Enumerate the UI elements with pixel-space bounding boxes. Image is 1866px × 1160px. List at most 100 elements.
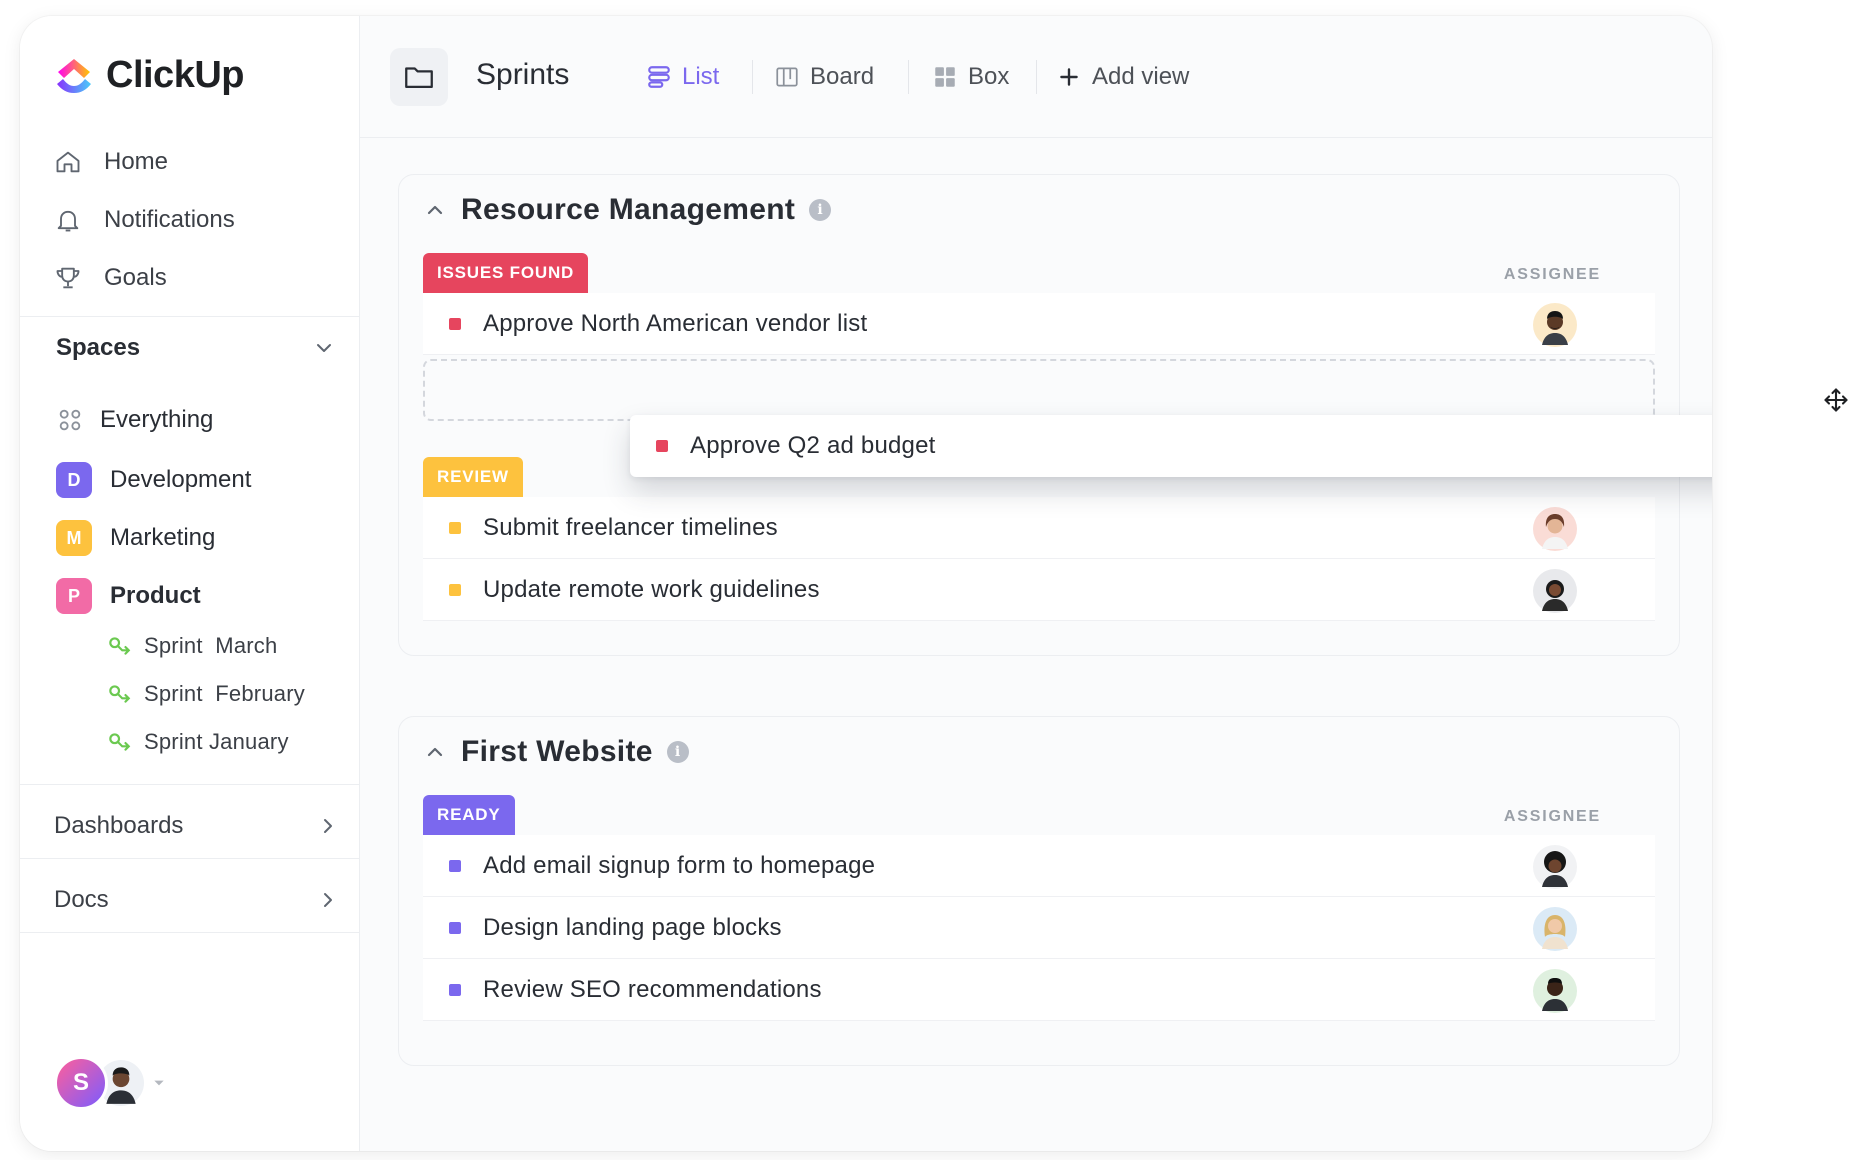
task-name: Update remote work guidelines [483, 575, 820, 603]
group-first-website: First Website i READY ASSIGNEE Add email… [398, 716, 1680, 1066]
task-name: Add email signup form to homepage [483, 851, 876, 879]
task-row[interactable]: Add email signup form to homepage [423, 835, 1655, 897]
move-cursor-icon [1824, 388, 1848, 412]
nav-label: Notifications [104, 206, 235, 233]
group-header[interactable]: Resource Management i [423, 193, 832, 227]
task-row[interactable]: Approve North American vendor list [423, 293, 1655, 355]
chevron-down-icon[interactable] [312, 336, 336, 360]
space-marketing[interactable]: M Marketing [56, 518, 215, 558]
space-label: Everything [100, 406, 214, 433]
sprint-icon [109, 733, 131, 751]
nav-label: Home [104, 148, 169, 175]
group-title: Resource Management [461, 193, 796, 226]
assignee-avatar[interactable] [1533, 303, 1577, 347]
board-icon [776, 67, 798, 87]
assignee-avatar[interactable] [1533, 569, 1577, 613]
chevron-up-icon[interactable] [423, 740, 447, 764]
group-title: First Website [461, 735, 653, 768]
tab-separator [908, 60, 909, 94]
column-header-assignee[interactable]: ASSIGNEE [1504, 808, 1601, 826]
status-dot [449, 921, 461, 934]
tab-label: List [682, 63, 720, 90]
clickup-logo-icon [57, 58, 91, 93]
sprint-item-january[interactable]: Sprint January [106, 724, 289, 760]
space-badge: P [56, 578, 92, 614]
sprint-label: Sprint March [144, 633, 278, 658]
sidebar-item-dashboards[interactable]: Dashboards [54, 806, 340, 846]
sprint-icon [109, 685, 131, 703]
space-badge: D [56, 462, 92, 498]
user-avatar: S [54, 1056, 108, 1110]
chevron-up-icon[interactable] [423, 198, 447, 222]
folder-button[interactable] [390, 48, 448, 106]
tab-box[interactable]: Box [932, 60, 1009, 94]
task-row[interactable]: Submit freelancer timelines [423, 497, 1655, 559]
space-label: Marketing [110, 524, 216, 551]
sprint-item-february[interactable]: Sprint February [106, 676, 305, 712]
sidebar-divider [20, 858, 360, 859]
tab-separator [1036, 60, 1037, 94]
status-dot [449, 317, 461, 330]
status-dot [449, 983, 461, 996]
sidebar-item-docs[interactable]: Docs [54, 880, 340, 920]
section-label: Dashboards [54, 812, 184, 839]
tab-label: Board [810, 63, 875, 90]
page-title: Sprints [476, 58, 570, 91]
box-icon [935, 67, 955, 87]
drop-placeholder [423, 359, 1655, 421]
caret-down-icon [154, 1080, 164, 1086]
tab-separator [752, 60, 753, 94]
nav-item-home[interactable]: Home [54, 142, 168, 182]
user-menu[interactable]: S [54, 1056, 166, 1110]
info-icon[interactable]: i [666, 741, 689, 763]
status-badge-review[interactable]: REVIEW [423, 457, 523, 497]
status-dot [449, 859, 461, 872]
spaces-header[interactable]: Spaces [56, 334, 336, 362]
space-label: Development [110, 466, 252, 493]
task-row[interactable]: Design landing page blocks [423, 897, 1655, 959]
task-row[interactable]: Update remote work guidelines [423, 559, 1655, 621]
nav-item-notifications[interactable]: Notifications [54, 200, 235, 240]
sprint-item-march[interactable]: Sprint March [106, 628, 277, 664]
group-header[interactable]: First Website i [423, 735, 689, 769]
assignee-avatar[interactable] [1533, 907, 1577, 951]
sidebar-divider [20, 784, 360, 785]
tab-list[interactable]: List [646, 60, 719, 94]
sidebar: ClickUp Home Notifications Goals Spaces … [20, 16, 360, 1151]
plus-icon [1060, 68, 1078, 86]
assignee-avatar[interactable] [1533, 845, 1577, 889]
chevron-right-icon [324, 893, 332, 907]
tab-label: Box [968, 63, 1010, 90]
task-row[interactable]: Review SEO recommendations [423, 959, 1655, 1021]
task-name: Approve North American vendor list [483, 309, 868, 337]
space-everything[interactable]: Everything [56, 400, 213, 440]
space-badge: M [56, 520, 92, 556]
status-badge-ready[interactable]: READY [423, 795, 515, 835]
sprint-label: Sprint February [144, 681, 305, 706]
status-dot [656, 440, 668, 452]
task-name: Approve Q2 ad budget [690, 432, 936, 459]
dragging-task-card[interactable]: Approve Q2 ad budget [630, 415, 1712, 477]
nav-label: Goals [104, 264, 167, 291]
space-development[interactable]: D Development [56, 460, 251, 500]
status-dot [449, 583, 461, 596]
status-dot [449, 521, 461, 534]
tab-board[interactable]: Board [774, 60, 874, 94]
sprint-icon [109, 637, 131, 655]
bell-icon [57, 210, 79, 232]
brand-name: ClickUp [106, 54, 244, 96]
list-icon [648, 66, 670, 88]
column-header-assignee[interactable]: ASSIGNEE [1504, 266, 1601, 284]
assignee-avatar[interactable] [1533, 507, 1577, 551]
status-badge-issues-found[interactable]: ISSUES FOUND [423, 253, 589, 293]
space-label: Product [110, 582, 201, 609]
grid-dots-icon [59, 409, 81, 431]
home-icon [56, 151, 80, 173]
logo[interactable]: ClickUp [54, 54, 244, 97]
nav-item-goals[interactable]: Goals [54, 258, 167, 298]
assignee-avatar[interactable] [1533, 969, 1577, 1013]
info-icon[interactable]: i [809, 199, 832, 221]
space-product[interactable]: P Product [56, 576, 201, 616]
sidebar-divider [20, 932, 360, 933]
add-view-button[interactable]: Add view [1056, 60, 1189, 94]
